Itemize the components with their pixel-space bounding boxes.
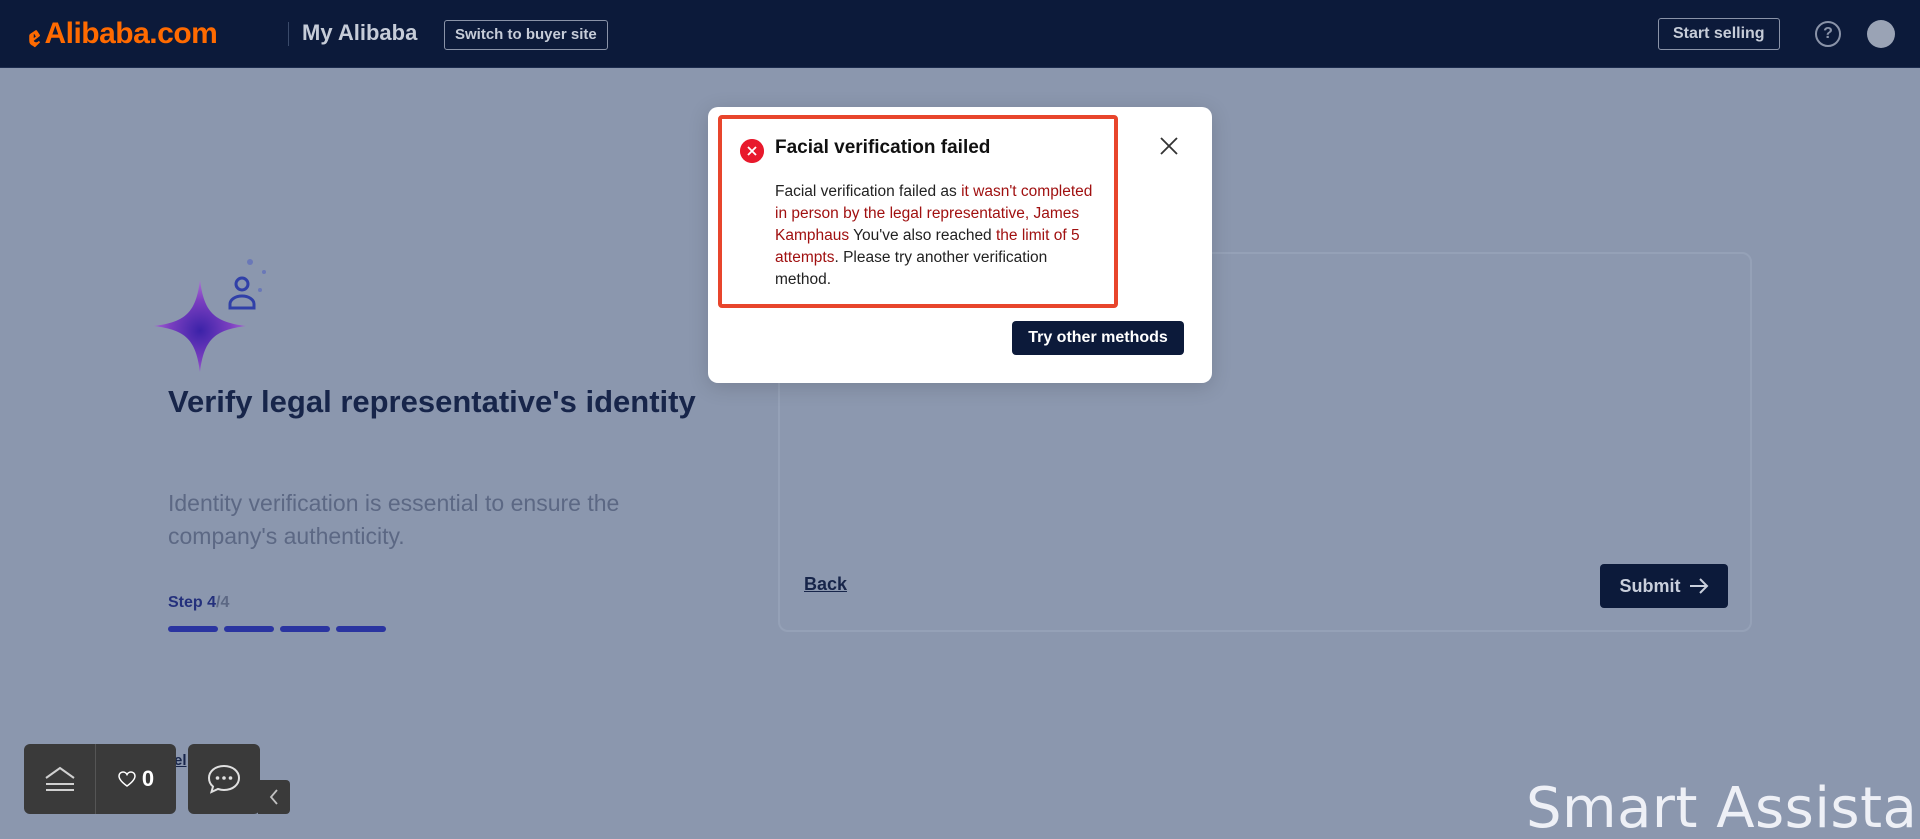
step-indicator: Step 4/4 <box>168 594 229 612</box>
step-progress-bar <box>168 626 386 632</box>
logo-text: Alibaba.com <box>44 17 218 50</box>
close-icon[interactable] <box>1156 133 1182 159</box>
progress-segment <box>280 626 330 632</box>
step-total: /4 <box>216 594 230 611</box>
page-description: Identity verification is essential to en… <box>168 490 620 549</box>
error-dialog: Facial verification failed Facial verifi… <box>708 107 1212 383</box>
back-link[interactable]: Back <box>804 574 847 595</box>
dialog-title: Facial verification failed <box>775 137 991 158</box>
avatar[interactable] <box>1867 20 1895 48</box>
chat-button[interactable] <box>188 744 260 814</box>
top-navigation-bar: ꬲ Alibaba.com My Alibaba Switch to buyer… <box>0 0 1920 68</box>
start-selling-button[interactable]: Start selling <box>1658 18 1780 50</box>
collapse-toolbar-button[interactable] <box>258 780 290 814</box>
smart-assistant-watermark: Smart Assistant <box>1526 776 1920 839</box>
home-button[interactable] <box>24 744 96 814</box>
dialog-message: Facial verification failed as it wasn't … <box>775 181 1105 291</box>
progress-segment <box>168 626 218 632</box>
favorites-button[interactable]: 0 <box>96 766 176 792</box>
message-part: Facial verification failed as <box>775 183 962 200</box>
submit-label: Submit <box>1619 575 1681 596</box>
chevron-left-icon <box>269 789 278 805</box>
try-other-methods-button[interactable]: Try other methods <box>1012 321 1184 355</box>
alibaba-logo[interactable]: ꬲ Alibaba.com <box>28 14 218 54</box>
favorites-count: 0 <box>141 766 155 791</box>
message-part: You've also reached <box>849 227 996 244</box>
section-title[interactable]: My Alibaba <box>302 20 417 46</box>
submit-button[interactable]: Submit <box>1600 564 1728 608</box>
progress-segment <box>336 626 386 632</box>
chat-icon <box>207 764 241 794</box>
verification-sparkle-icon <box>154 259 266 372</box>
switch-to-buyer-button[interactable]: Switch to buyer site <box>444 20 608 50</box>
page-title: Verify legal representative's identity <box>168 384 696 419</box>
header-divider <box>288 22 289 46</box>
heart-icon <box>118 771 136 787</box>
arrow-right-icon <box>1689 578 1708 594</box>
home-icon <box>44 766 75 791</box>
progress-segment <box>224 626 274 632</box>
step-current: Step 4 <box>168 594 217 611</box>
error-circle-icon <box>740 139 764 163</box>
floating-toolbar: 0 <box>24 744 176 814</box>
alibaba-logo-mark-icon: ꬲ <box>28 18 41 54</box>
help-icon[interactable]: ? <box>1815 21 1841 47</box>
